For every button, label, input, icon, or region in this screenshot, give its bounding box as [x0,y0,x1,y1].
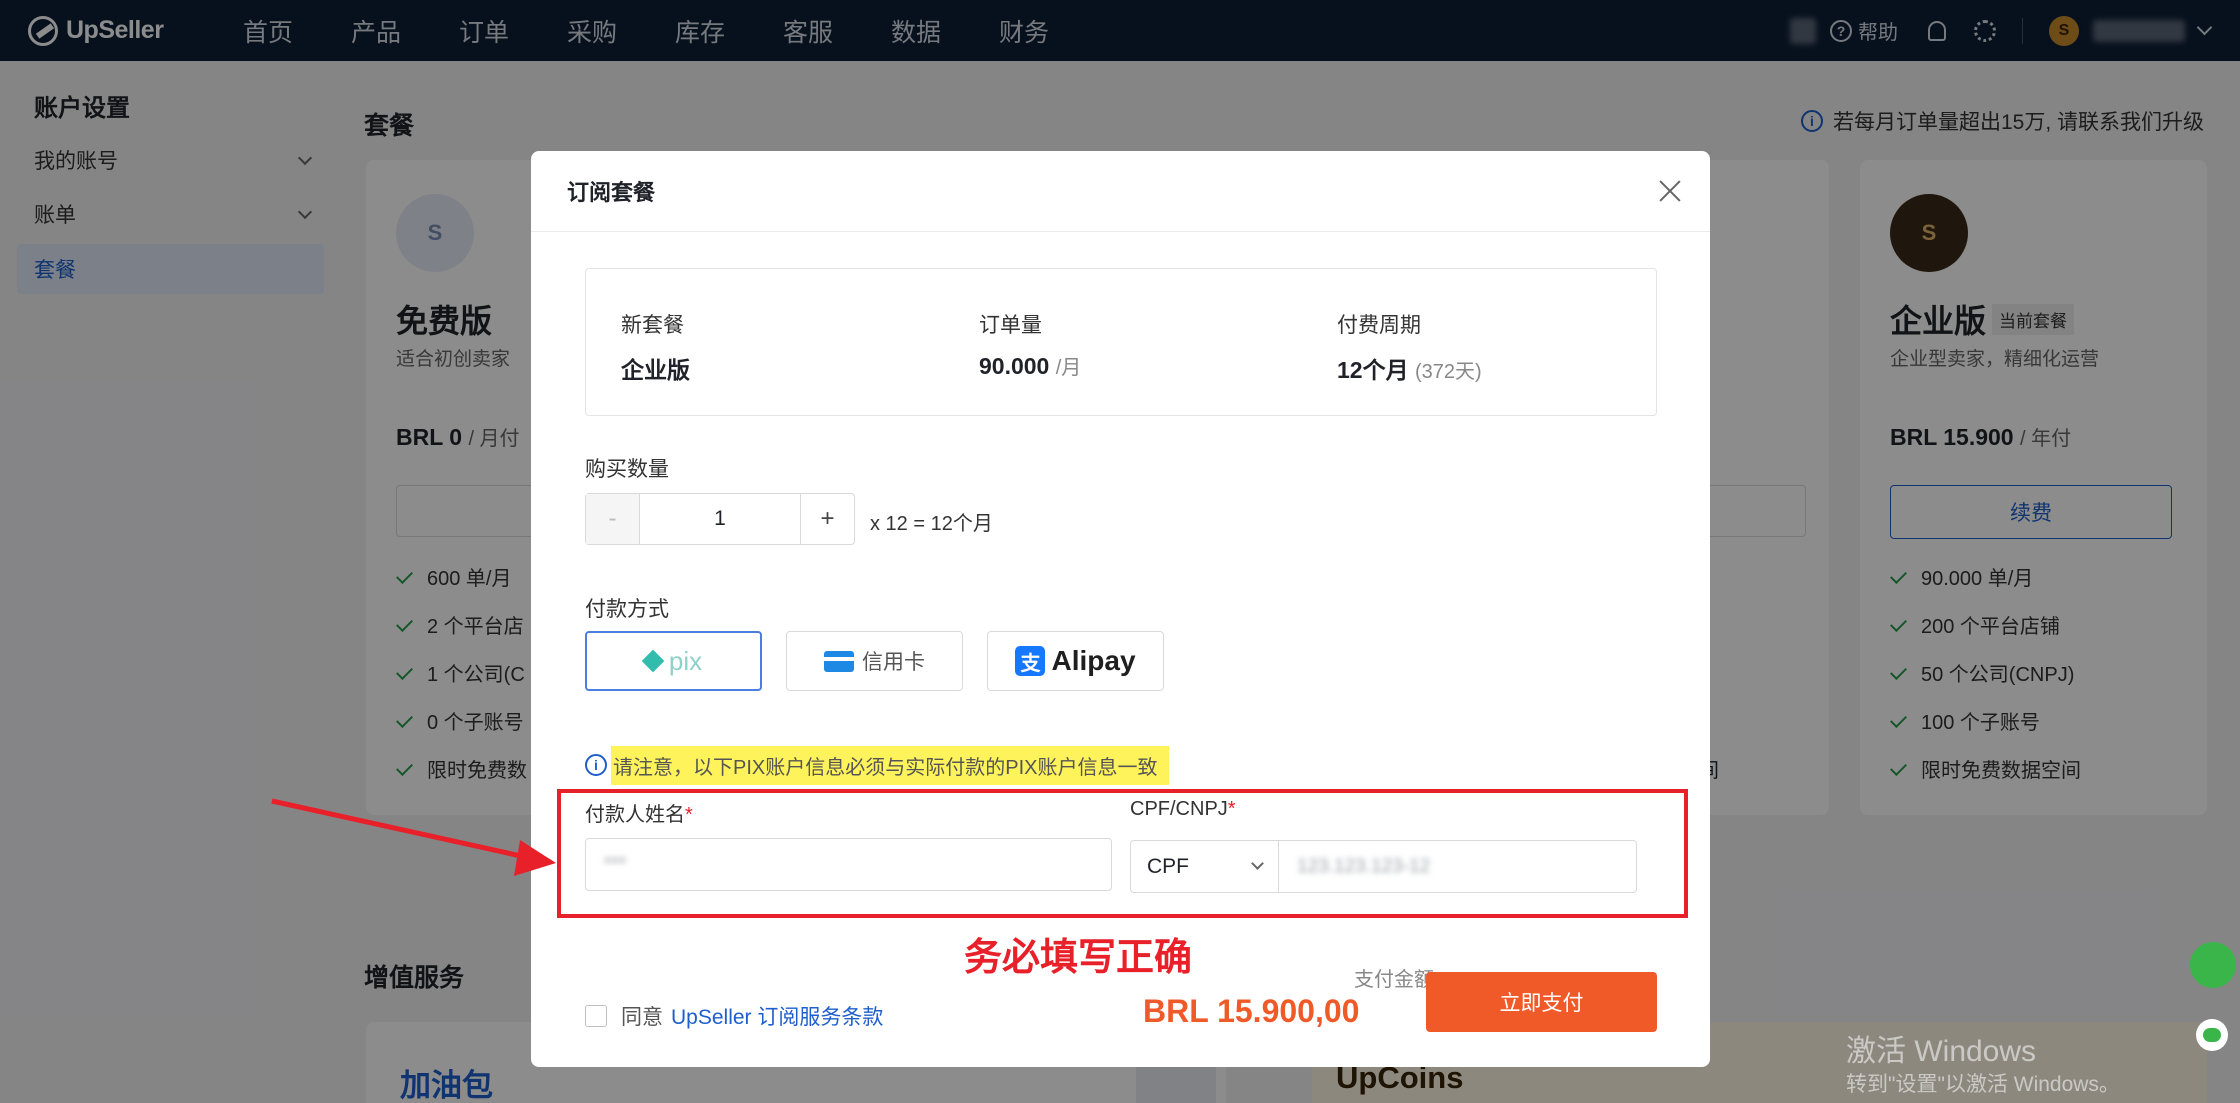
windows-watermark-line2: 转到"设置"以激活 Windows。 [1846,1073,2120,1096]
windows-watermark-line1: 激活 Windows [1846,1035,2037,1068]
arrow-head [514,840,556,876]
annotation-arrow [271,798,556,876]
arrow-shaft [271,798,531,861]
